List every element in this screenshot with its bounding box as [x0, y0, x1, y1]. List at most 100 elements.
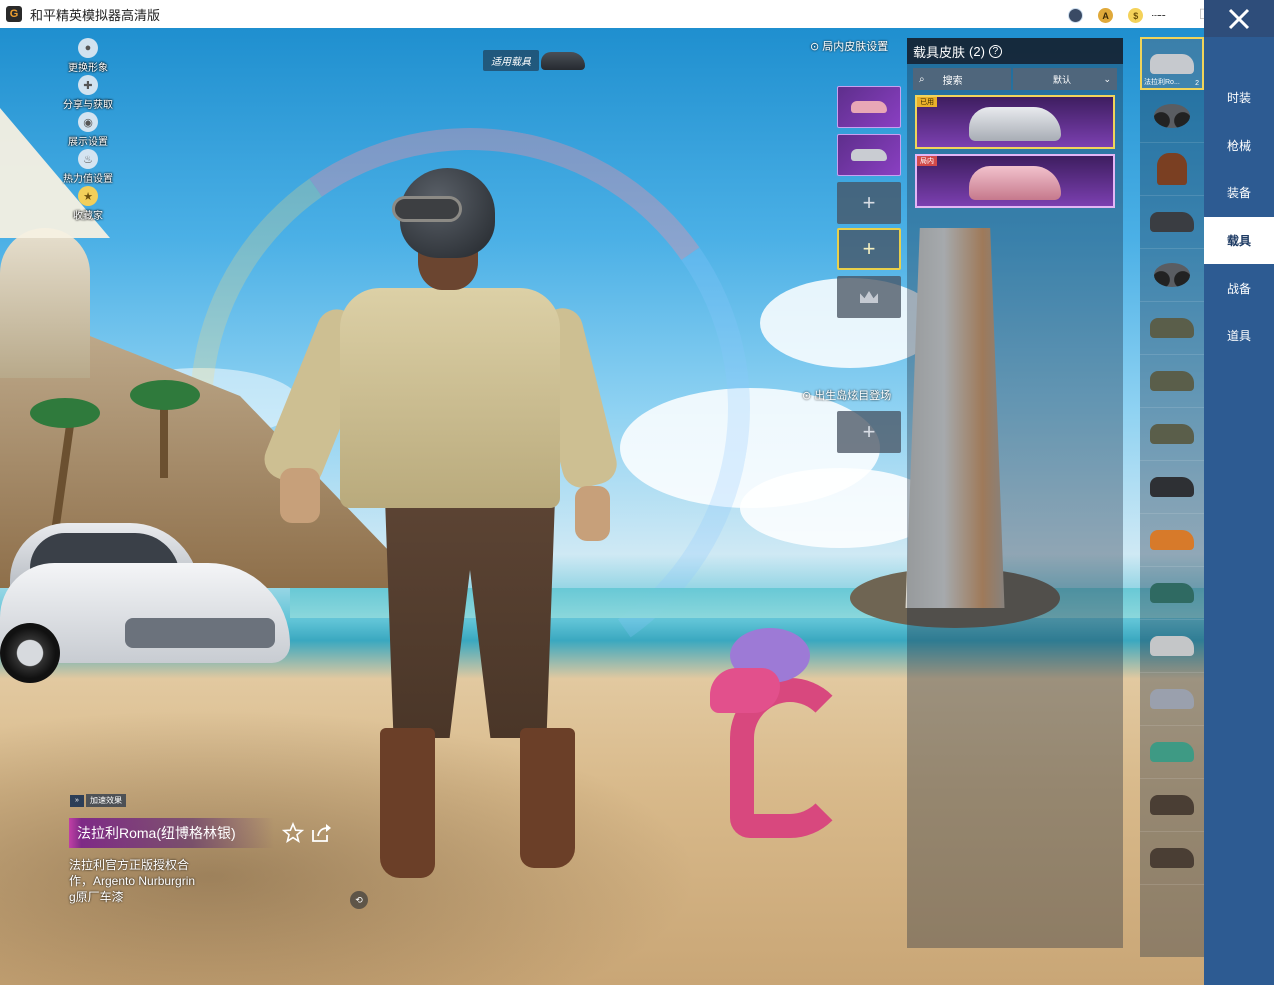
- category-tabs: 时装 枪械 装备 载具 战备 道具: [1204, 37, 1274, 985]
- tab-guns[interactable]: 枪械: [1204, 122, 1274, 170]
- currency-value: 0: [1086, 9, 1093, 22]
- car-icon: [1150, 371, 1194, 391]
- vehicle-thumb[interactable]: [1140, 514, 1204, 567]
- vehicle-thumb[interactable]: [1140, 249, 1204, 302]
- side-item-change-appearance[interactable]: ● 更换形象: [56, 38, 120, 75]
- side-item-display-settings[interactable]: ◉ 展示设置: [56, 112, 120, 149]
- vehicle-thumb[interactable]: [1140, 90, 1204, 143]
- skin-card[interactable]: 已用: [915, 95, 1115, 149]
- car-icon: [1150, 318, 1194, 338]
- side-item-label: 更换形象: [68, 63, 108, 74]
- help-icon[interactable]: ?: [988, 44, 1002, 58]
- speed-icon: »: [70, 794, 84, 807]
- vehicle-thumb[interactable]: [1140, 779, 1204, 832]
- sort-dropdown[interactable]: 默认 ⌄: [1013, 68, 1117, 90]
- vehicle-thumb[interactable]: [1140, 196, 1204, 249]
- favorite-star-icon[interactable]: [282, 822, 304, 844]
- currency-a-coin[interactable]: A 0: [1098, 8, 1122, 23]
- share-code-icon: ✚: [78, 75, 98, 95]
- skin-tag: 已用: [917, 97, 937, 107]
- character-boot: [520, 728, 575, 868]
- vehicle-thumb[interactable]: [1140, 302, 1204, 355]
- globe-icon: [1068, 8, 1083, 23]
- vehicle-thumb[interactable]: [1140, 567, 1204, 620]
- info-icon: ⊙: [810, 40, 820, 53]
- skin-panel-title: 载具皮肤: [913, 44, 966, 60]
- badge-icon: ★: [78, 186, 98, 206]
- tab-vehicles[interactable]: 载具: [1204, 216, 1274, 265]
- a-coin-icon: A: [1098, 8, 1114, 23]
- skin-card[interactable]: 局内: [915, 154, 1115, 208]
- boost-label: 加速效果: [86, 794, 126, 807]
- car-wheel: [0, 623, 60, 683]
- vehicle-thumb[interactable]: [1140, 620, 1204, 673]
- player-character[interactable]: [258, 168, 621, 878]
- sort-value: 默认: [1053, 74, 1072, 85]
- character-boot: [380, 728, 435, 878]
- car-icon: [1150, 583, 1194, 603]
- app-logo-icon: G: [6, 6, 22, 22]
- tab-equipment[interactable]: 装备: [1204, 169, 1274, 217]
- skin-panel-header: 载具皮肤 (2) ?: [907, 38, 1123, 64]
- vehicle-list: 法拉利Ro... 2: [1140, 37, 1204, 957]
- tab-battle-prep[interactable]: 战备: [1204, 264, 1274, 312]
- add-spawn-slot[interactable]: +: [837, 411, 901, 453]
- pet-dragon[interactable]: [710, 628, 870, 838]
- rotate-hint-icon[interactable]: ⟲: [350, 891, 368, 909]
- currency-gold[interactable]: $ 181638: [1128, 8, 1183, 23]
- description-line: 作，Argento Nurburgrin: [69, 874, 196, 888]
- vehicle-thumb[interactable]: [1140, 461, 1204, 514]
- currency-globe[interactable]: 0: [1068, 8, 1092, 23]
- side-item-share[interactable]: ✚ 分享与获取: [56, 75, 120, 112]
- car-icon: [1150, 212, 1194, 232]
- dragon-head: [710, 668, 780, 713]
- car-icon: [1150, 742, 1194, 762]
- vehicle-silhouette-icon: [541, 51, 585, 70]
- vehicle-thumb[interactable]: [1140, 355, 1204, 408]
- in-match-skin-slot[interactable]: [837, 134, 901, 176]
- side-item-heat-settings[interactable]: ♨ 热力值设置: [56, 149, 120, 186]
- vehicle-thumb[interactable]: 法拉利Ro... 2: [1140, 37, 1204, 90]
- premium-skin-slot[interactable]: [837, 276, 901, 318]
- search-placeholder: 搜索: [942, 75, 963, 87]
- close-panel-button[interactable]: [1204, 0, 1274, 37]
- car-icon: [1150, 689, 1194, 709]
- vehicle-thumb[interactable]: [1140, 673, 1204, 726]
- description-line: g原厂车漆: [69, 890, 124, 904]
- add-skin-slot[interactable]: +: [837, 182, 901, 224]
- car-icon: [1150, 477, 1194, 497]
- currency-value: 181638: [1146, 9, 1183, 22]
- apply-vehicle-label: 适用载具: [483, 50, 539, 71]
- character-jacket: [340, 288, 560, 508]
- tab-fashion[interactable]: 时装: [1204, 74, 1274, 122]
- in-match-skin-header: ⊙ 局内皮肤设置: [810, 38, 888, 54]
- skin-tools: ⌕ 搜索 默认 ⌄: [913, 68, 1117, 90]
- car-grille: [125, 618, 275, 648]
- side-item-label: 展示设置: [68, 137, 108, 148]
- side-item-collector[interactable]: ★ 收藏家: [56, 186, 120, 223]
- vehicle-thumb[interactable]: [1140, 408, 1204, 461]
- side-item-label: 收藏家: [73, 211, 103, 222]
- left-side-menu: ● 更换形象 ✚ 分享与获取 ◉ 展示设置 ♨ 热力值设置 ★ 收藏家: [56, 38, 120, 223]
- tab-items[interactable]: 道具: [1204, 312, 1274, 360]
- apply-vehicle-tag[interactable]: 适用载具: [483, 50, 585, 71]
- plus-icon: +: [862, 190, 876, 215]
- vehicle-thumb[interactable]: [1140, 143, 1204, 196]
- side-item-label: 热力值设置: [63, 174, 113, 185]
- game-window: G 和平精英模拟器高清版 — ☐ ✕: [0, 0, 1274, 985]
- skin-search-input[interactable]: ⌕ 搜索: [913, 68, 1011, 90]
- character-goggles: [392, 196, 462, 222]
- in-match-skin-slot[interactable]: [837, 86, 901, 128]
- vehicle-thumb[interactable]: [1140, 726, 1204, 779]
- vehicle-thumbnail-icon: [851, 149, 887, 161]
- add-skin-slot-highlighted[interactable]: +: [837, 228, 901, 270]
- info-icon: ⊙: [802, 390, 812, 402]
- share-icon[interactable]: [310, 822, 332, 844]
- car-icon: [1150, 848, 1194, 868]
- currency-value: 0: [1116, 9, 1123, 22]
- close-icon: [1228, 8, 1250, 29]
- displayed-vehicle[interactable]: [0, 523, 290, 688]
- currency-bar: 0 A 0 $ 181638: [1068, 8, 1183, 23]
- in-match-skin-label: 局内皮肤设置: [822, 41, 889, 53]
- vehicle-thumb[interactable]: [1140, 832, 1204, 885]
